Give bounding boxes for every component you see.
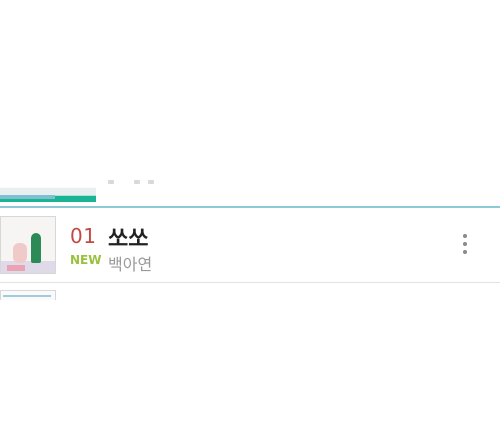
previous-item-text-fragment: [108, 180, 154, 190]
artist-name: 백아연: [108, 255, 153, 274]
list-item-previous[interactable]: [0, 170, 500, 208]
new-badge: NEW: [70, 253, 102, 267]
album-art-stripe: [0, 195, 55, 199]
list-item-song[interactable]: 01 NEW 쏘쏘 백아연: [0, 210, 500, 280]
list-divider-accent: [0, 206, 500, 208]
list-item-next[interactable]: [0, 290, 500, 310]
list-divider: [0, 282, 500, 283]
chart-rank: 01: [70, 224, 97, 248]
album-art: [0, 216, 56, 274]
album-art-next: [0, 290, 56, 300]
album-art-previous: [0, 170, 96, 202]
song-title: 쏘쏘: [108, 227, 149, 252]
more-vertical-icon[interactable]: [455, 234, 475, 260]
